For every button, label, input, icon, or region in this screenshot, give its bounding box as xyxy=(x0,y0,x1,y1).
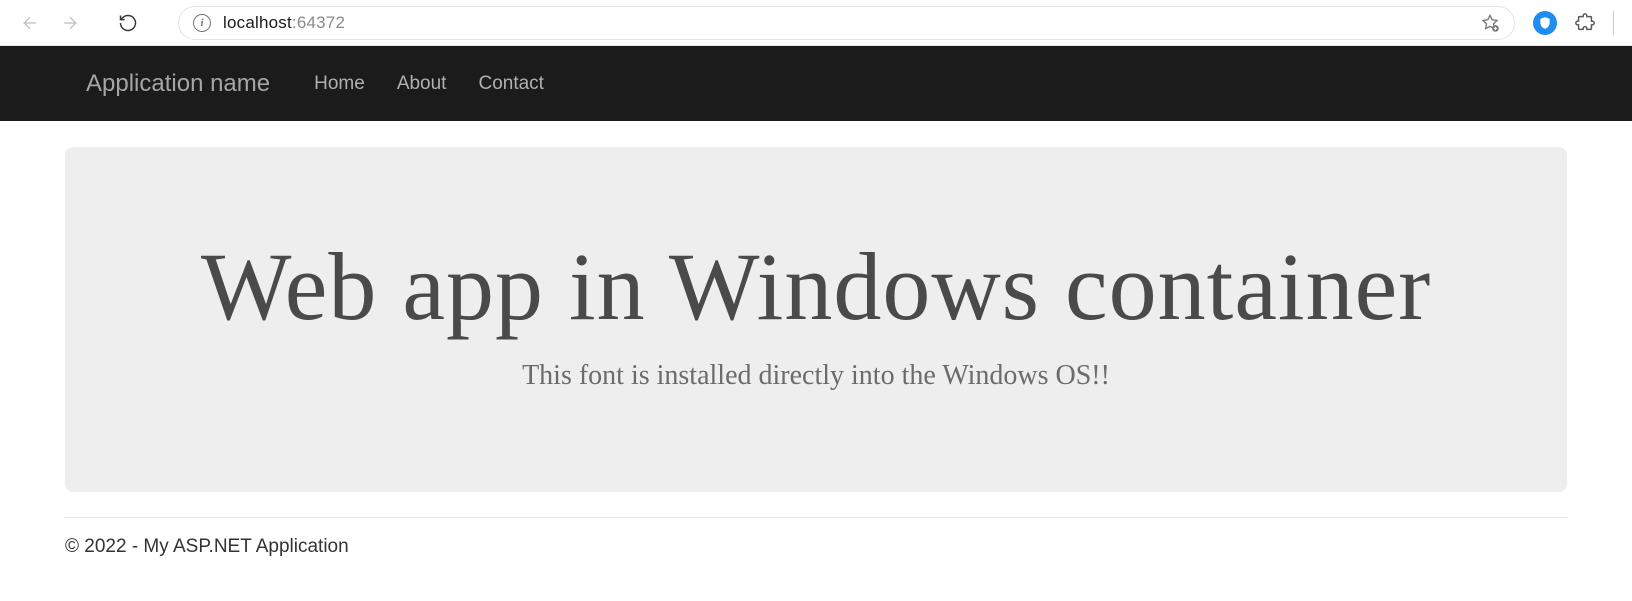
puzzle-icon xyxy=(1574,12,1596,34)
hero-subtitle: This font is installed directly into the… xyxy=(115,360,1517,392)
shield-button[interactable] xyxy=(1527,5,1563,41)
address-bar[interactable]: i localhost:64372 xyxy=(178,6,1515,40)
site-info-icon[interactable]: i xyxy=(193,14,211,32)
url-text: localhost:64372 xyxy=(223,13,345,33)
shield-icon xyxy=(1533,11,1557,35)
hero-title: Web app in Windows container xyxy=(115,237,1517,338)
nav-link-home[interactable]: Home xyxy=(314,73,365,95)
url-host: localhost xyxy=(223,13,292,32)
favorite-button[interactable] xyxy=(1480,13,1500,33)
toolbar-divider xyxy=(1613,11,1614,35)
app-navbar: Application name Home About Contact xyxy=(0,46,1632,121)
reload-button[interactable] xyxy=(110,5,146,41)
footer-divider xyxy=(65,517,1567,518)
reload-icon xyxy=(118,13,138,33)
navbar-brand[interactable]: Application name xyxy=(86,70,270,98)
back-button[interactable] xyxy=(12,5,48,41)
url-port: :64372 xyxy=(292,13,345,32)
forward-button[interactable] xyxy=(52,5,88,41)
browser-toolbar: i localhost:64372 xyxy=(0,0,1632,46)
nav-link-contact[interactable]: Contact xyxy=(478,73,543,95)
nav-link-about[interactable]: About xyxy=(397,73,447,95)
footer-text: © 2022 - My ASP.NET Application xyxy=(0,528,1632,578)
arrow-left-icon xyxy=(20,13,40,33)
jumbotron: Web app in Windows container This font i… xyxy=(65,147,1567,492)
arrow-right-icon xyxy=(60,13,80,33)
content: Web app in Windows container This font i… xyxy=(0,121,1632,492)
star-add-icon xyxy=(1480,13,1500,33)
extensions-button[interactable] xyxy=(1567,5,1603,41)
